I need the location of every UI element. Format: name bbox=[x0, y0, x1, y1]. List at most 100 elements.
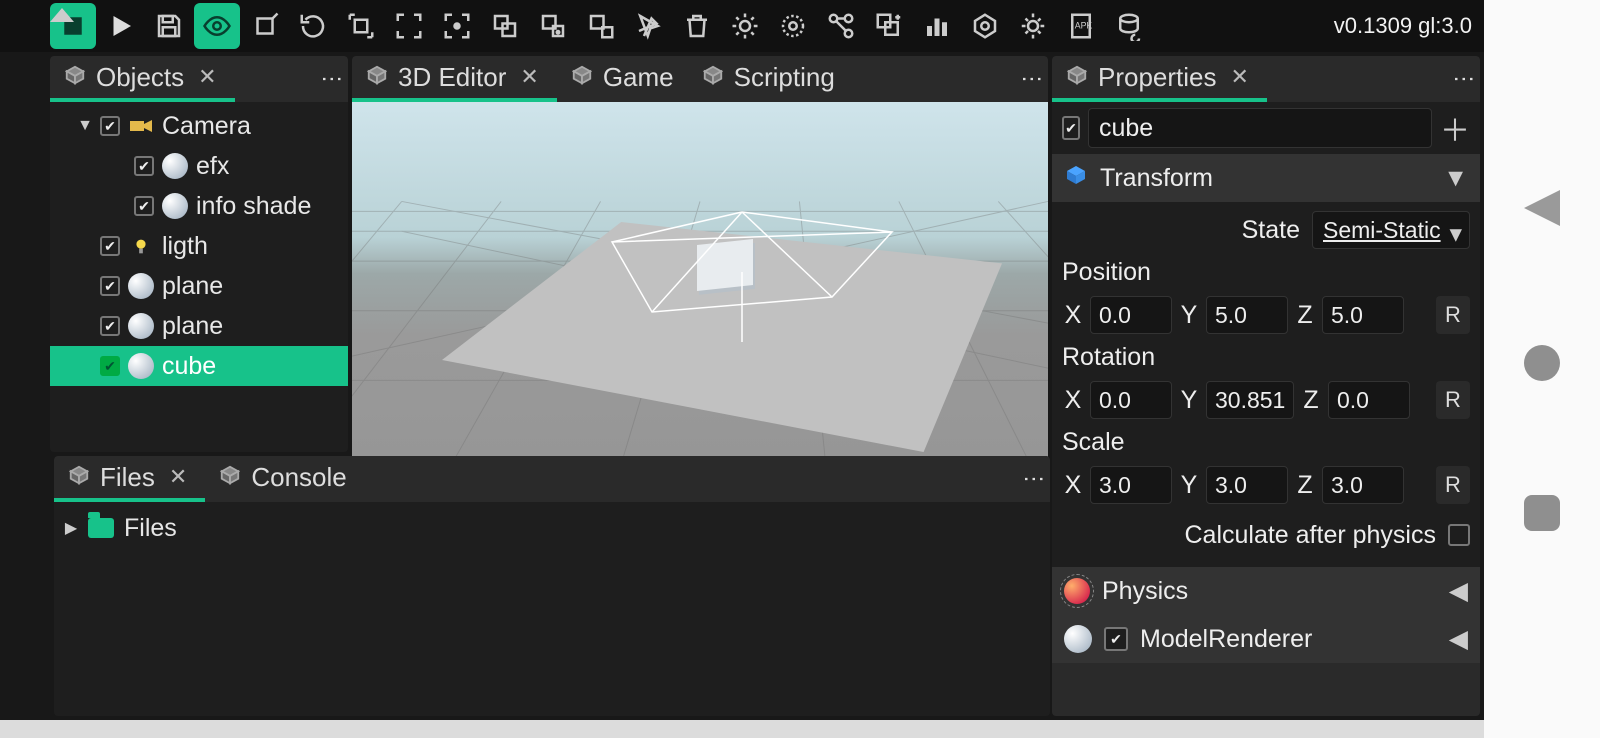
system-back-button[interactable] bbox=[1524, 190, 1560, 226]
physics-header[interactable]: Physics ◀ bbox=[1052, 567, 1480, 615]
object-name-input[interactable] bbox=[1088, 108, 1432, 148]
tab-label: 3D Editor bbox=[398, 62, 506, 93]
focus-button[interactable] bbox=[434, 3, 480, 49]
tree-row-efx[interactable]: efx bbox=[50, 146, 348, 186]
position-y-input[interactable] bbox=[1206, 296, 1288, 334]
system-home-button[interactable] bbox=[1524, 345, 1560, 381]
app-root: APK v0.1309 gl:3.0 Objects ✕ ⋮ bbox=[0, 0, 1484, 720]
tree-row-plane-1[interactable]: plane bbox=[50, 266, 348, 306]
stats-button[interactable] bbox=[914, 3, 960, 49]
scale-y-input[interactable] bbox=[1206, 466, 1288, 504]
position-z-input[interactable] bbox=[1322, 296, 1404, 334]
rotation-x-input[interactable] bbox=[1090, 381, 1172, 419]
tree-row-info-shade[interactable]: info shade bbox=[50, 186, 348, 226]
axis-z-label: Z bbox=[1294, 301, 1316, 330]
sphere-icon bbox=[128, 273, 154, 299]
database-reload-button[interactable] bbox=[1106, 3, 1152, 49]
play-button[interactable] bbox=[98, 3, 144, 49]
files-tree[interactable]: ▶ Files bbox=[54, 502, 1050, 716]
main-menu-caret[interactable] bbox=[50, 8, 74, 22]
rotation-reset-button[interactable]: R bbox=[1436, 381, 1470, 419]
calc-checkbox[interactable] bbox=[1448, 524, 1470, 546]
tab-properties[interactable]: Properties ✕ bbox=[1052, 56, 1267, 102]
cube-icon bbox=[64, 62, 86, 93]
visibility-checkbox[interactable] bbox=[134, 196, 154, 216]
tab-label: Scripting bbox=[734, 62, 835, 93]
cube-icon bbox=[1066, 62, 1088, 93]
close-icon[interactable]: ✕ bbox=[165, 464, 191, 490]
expand-icon[interactable]: ▶ bbox=[64, 518, 78, 538]
viewport-cube bbox=[697, 239, 753, 291]
sphere-icon bbox=[162, 153, 188, 179]
close-icon[interactable]: ✕ bbox=[1227, 64, 1253, 90]
hierarchy-button[interactable] bbox=[818, 3, 864, 49]
axis-x-label: X bbox=[1062, 386, 1084, 415]
tab-3d-editor[interactable]: 3D Editor ✕ bbox=[352, 56, 557, 102]
tree-row-cube[interactable]: cube bbox=[50, 346, 348, 386]
panel-menu-button[interactable]: ⋮ bbox=[1026, 456, 1050, 502]
visibility-checkbox[interactable] bbox=[100, 116, 120, 136]
lock-button[interactable] bbox=[530, 3, 576, 49]
tree-row-plane-2[interactable]: plane bbox=[50, 306, 348, 346]
tab-console[interactable]: Console bbox=[205, 456, 360, 502]
export-apk-button[interactable]: APK bbox=[1058, 3, 1104, 49]
duplicate-button[interactable] bbox=[482, 3, 528, 49]
project-settings-button[interactable] bbox=[962, 3, 1008, 49]
tab-files[interactable]: Files ✕ bbox=[54, 456, 205, 502]
position-x-input[interactable] bbox=[1090, 296, 1172, 334]
light-settings-button[interactable] bbox=[722, 3, 768, 49]
rotation-z-input[interactable] bbox=[1328, 381, 1410, 419]
transform-header[interactable]: Transform ▼ bbox=[1052, 154, 1480, 202]
picker-button[interactable] bbox=[626, 3, 672, 49]
tree-row-camera[interactable]: ▼ Camera bbox=[50, 106, 348, 146]
panel-menu-button[interactable]: ⋮ bbox=[324, 56, 348, 102]
rotate-tool-button[interactable] bbox=[290, 3, 336, 49]
files-root-label: Files bbox=[124, 514, 177, 543]
rotation-y-input[interactable] bbox=[1206, 381, 1294, 419]
panel-menu-button[interactable]: ⋮ bbox=[1456, 56, 1480, 102]
scale-z-input[interactable] bbox=[1322, 466, 1404, 504]
preview-eye-button[interactable] bbox=[194, 3, 240, 49]
sphere-icon bbox=[1064, 625, 1092, 653]
rotation-row: X Y Z R bbox=[1062, 378, 1470, 422]
add-component-button[interactable]: ＋ bbox=[1440, 111, 1470, 145]
visibility-checkbox[interactable] bbox=[100, 316, 120, 336]
visibility-checkbox[interactable] bbox=[134, 156, 154, 176]
visibility-checkbox[interactable] bbox=[100, 236, 120, 256]
expand-icon[interactable]: ▼ bbox=[78, 117, 92, 135]
visibility-checkbox[interactable] bbox=[100, 276, 120, 296]
tab-game[interactable]: Game bbox=[557, 56, 688, 102]
scale-x-input[interactable] bbox=[1090, 466, 1172, 504]
frame-button[interactable] bbox=[386, 3, 432, 49]
tree-row-light[interactable]: ligth bbox=[50, 226, 348, 266]
environment-button[interactable] bbox=[770, 3, 816, 49]
unparent-button[interactable] bbox=[578, 3, 624, 49]
objects-tabbar: Objects ✕ ⋮ bbox=[50, 56, 348, 102]
tab-label: Properties bbox=[1098, 62, 1217, 93]
state-select[interactable]: Semi-Static bbox=[1312, 211, 1470, 249]
tab-scripting[interactable]: Scripting bbox=[688, 56, 849, 102]
delete-button[interactable] bbox=[674, 3, 720, 49]
object-enabled-checkbox[interactable] bbox=[1062, 116, 1080, 140]
move-tool-button[interactable] bbox=[242, 3, 288, 49]
object-header: ＋ bbox=[1052, 102, 1480, 154]
tab-label: Files bbox=[100, 462, 155, 493]
close-icon[interactable]: ✕ bbox=[516, 64, 542, 90]
scale-reset-button[interactable]: R bbox=[1436, 466, 1470, 504]
chevron-left-icon: ◀ bbox=[1449, 576, 1468, 606]
visibility-checkbox[interactable] bbox=[100, 356, 120, 376]
position-reset-button[interactable]: R bbox=[1436, 296, 1470, 334]
scale-tool-button[interactable] bbox=[338, 3, 384, 49]
modelrenderer-enabled-checkbox[interactable] bbox=[1104, 627, 1128, 651]
save-button[interactable] bbox=[146, 3, 192, 49]
files-root-row[interactable]: ▶ Files bbox=[64, 508, 1040, 548]
editor-settings-button[interactable] bbox=[1010, 3, 1056, 49]
tab-objects[interactable]: Objects ✕ bbox=[50, 56, 235, 102]
scene-tree[interactable]: ▼ Camera efx bbox=[50, 102, 348, 452]
modelrenderer-header[interactable]: ModelRenderer ◀ bbox=[1052, 615, 1480, 663]
system-recents-button[interactable] bbox=[1524, 495, 1560, 531]
close-icon[interactable]: ✕ bbox=[194, 64, 220, 90]
add-object-button[interactable] bbox=[866, 3, 912, 49]
panel-menu-button[interactable]: ⋮ bbox=[1024, 56, 1048, 102]
properties-tabbar: Properties ✕ ⋮ bbox=[1052, 56, 1480, 102]
